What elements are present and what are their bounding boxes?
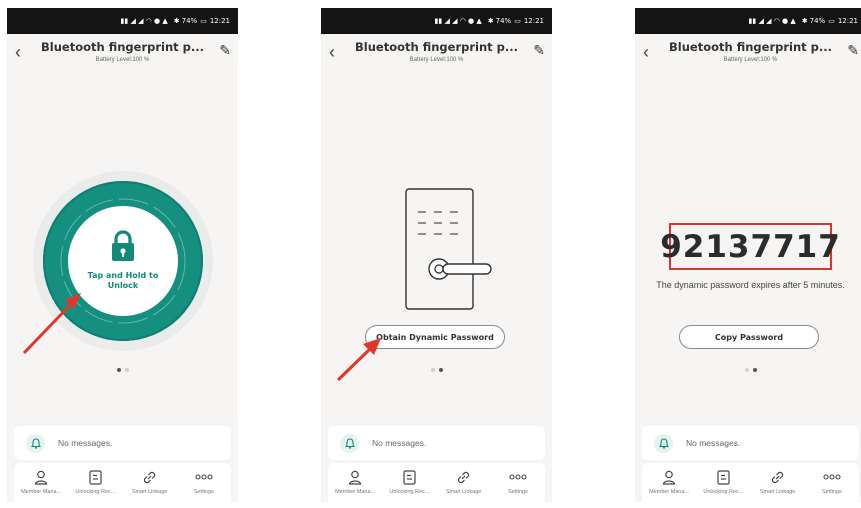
nav-label: Unlocking Rec...: [75, 489, 116, 495]
link-icon: [454, 469, 474, 485]
page-dot-2: [438, 368, 443, 372]
page-indicator: [321, 365, 552, 372]
copy-password-button[interactable]: Copy Password: [679, 325, 819, 349]
nav-label: Settings: [507, 489, 528, 495]
nav-label: Member Mana...: [335, 489, 376, 495]
page-indicator: [635, 365, 861, 372]
phone-screen-unlock: ▮▮ ◢ ◢ ◠ ● ▲ ✱ 74% ▭ 12:21 ‹ Bluetooth f…: [7, 8, 238, 502]
bell-icon: [340, 433, 359, 453]
more-icon: [194, 469, 214, 485]
bluetooth-icon: ✱: [801, 17, 808, 25]
nav-member-management[interactable]: Member Mana...: [328, 463, 382, 502]
bell-icon: [26, 433, 45, 453]
battery-percent: 74%: [809, 17, 826, 25]
messages-text: No messages.: [372, 438, 427, 448]
page-title: Bluetooth fingerprint p...: [669, 40, 832, 54]
bell-icon: [654, 433, 673, 453]
top-bar: ‹ Bluetooth fingerprint p... Battery Lev…: [635, 34, 861, 74]
more-icon: [822, 469, 842, 485]
edit-icon[interactable]: ✎: [847, 42, 859, 58]
nav-smart-linkage[interactable]: Smart Linkage: [751, 463, 805, 502]
nav-unlocking-records[interactable]: Unlocking Rec...: [382, 463, 436, 502]
person-icon: [345, 469, 365, 485]
record-icon: [85, 469, 105, 485]
battery-icon: ▭: [828, 17, 835, 25]
nav-label: Smart Linkage: [131, 489, 168, 495]
record-icon: [399, 469, 419, 485]
messages-card[interactable]: No messages.: [328, 426, 545, 460]
nav-unlocking-records[interactable]: Unlocking Rec...: [696, 463, 750, 502]
nav-settings[interactable]: Settings: [177, 463, 231, 502]
nav-smart-linkage[interactable]: Smart Linkage: [123, 463, 177, 502]
nav-settings[interactable]: Settings: [491, 463, 545, 502]
nav-label: Unlocking Rec...: [703, 489, 744, 495]
page-dot-2: [124, 368, 129, 372]
status-bar: ▮▮ ◢ ◢ ◠ ● ▲ ✱ 74% ▭ 12:21: [635, 8, 861, 34]
bottom-nav: Member Mana... Unlocking Rec... Smart Li…: [328, 463, 545, 502]
messages-text: No messages.: [686, 438, 741, 448]
page-dot-1: [116, 368, 121, 372]
link-icon: [768, 469, 788, 485]
link-icon: [140, 469, 160, 485]
messages-text: No messages.: [58, 438, 113, 448]
signal-icons: ▮▮ ◢ ◢ ◠ ● ▲: [748, 17, 796, 25]
more-icon: [508, 469, 528, 485]
clock: 12:21: [837, 17, 858, 25]
person-icon: [31, 469, 51, 485]
person-icon: [659, 469, 679, 485]
nav-member-management[interactable]: Member Mana...: [14, 463, 68, 502]
record-icon: [713, 469, 733, 485]
nav-unlocking-records[interactable]: Unlocking Rec...: [68, 463, 122, 502]
nav-smart-linkage[interactable]: Smart Linkage: [437, 463, 491, 502]
bottom-nav: Member Mana... Unlocking Rec... Smart Li…: [642, 463, 859, 502]
nav-label: Member Mana...: [21, 489, 62, 495]
dynamic-password-value: 92137717: [660, 223, 840, 270]
nav-label: Member Mana...: [649, 489, 690, 495]
nav-member-management[interactable]: Member Mana...: [642, 463, 696, 502]
page-indicator: [7, 365, 238, 372]
messages-card[interactable]: No messages.: [642, 426, 859, 460]
nav-label: Settings: [821, 489, 842, 495]
bottom-nav: Member Mana... Unlocking Rec... Smart Li…: [14, 463, 231, 502]
nav-label: Unlocking Rec...: [389, 489, 430, 495]
battery-level-text: Battery Level:100 %: [723, 57, 778, 63]
phone-screen-dynamic-password: ▮▮ ◢ ◢ ◠ ● ▲ ✱ 74% ▭ 12:21 ‹ Bluetooth f…: [635, 8, 861, 502]
page-dot-1: [744, 368, 749, 372]
nav-label: Settings: [193, 489, 214, 495]
phone-screen-obtain-password: ▮▮ ◢ ◢ ◠ ● ▲ ✱ 74% ▭ 12:21 ‹ Bluetooth f…: [321, 8, 552, 502]
page-dot-2: [752, 368, 757, 372]
nav-label: Smart Linkage: [445, 489, 482, 495]
messages-card[interactable]: No messages.: [14, 426, 231, 460]
password-expiry-note: The dynamic password expires after 5 min…: [656, 280, 845, 290]
nav-settings[interactable]: Settings: [805, 463, 859, 502]
nav-label: Smart Linkage: [759, 489, 796, 495]
page-dot-1: [430, 368, 435, 372]
